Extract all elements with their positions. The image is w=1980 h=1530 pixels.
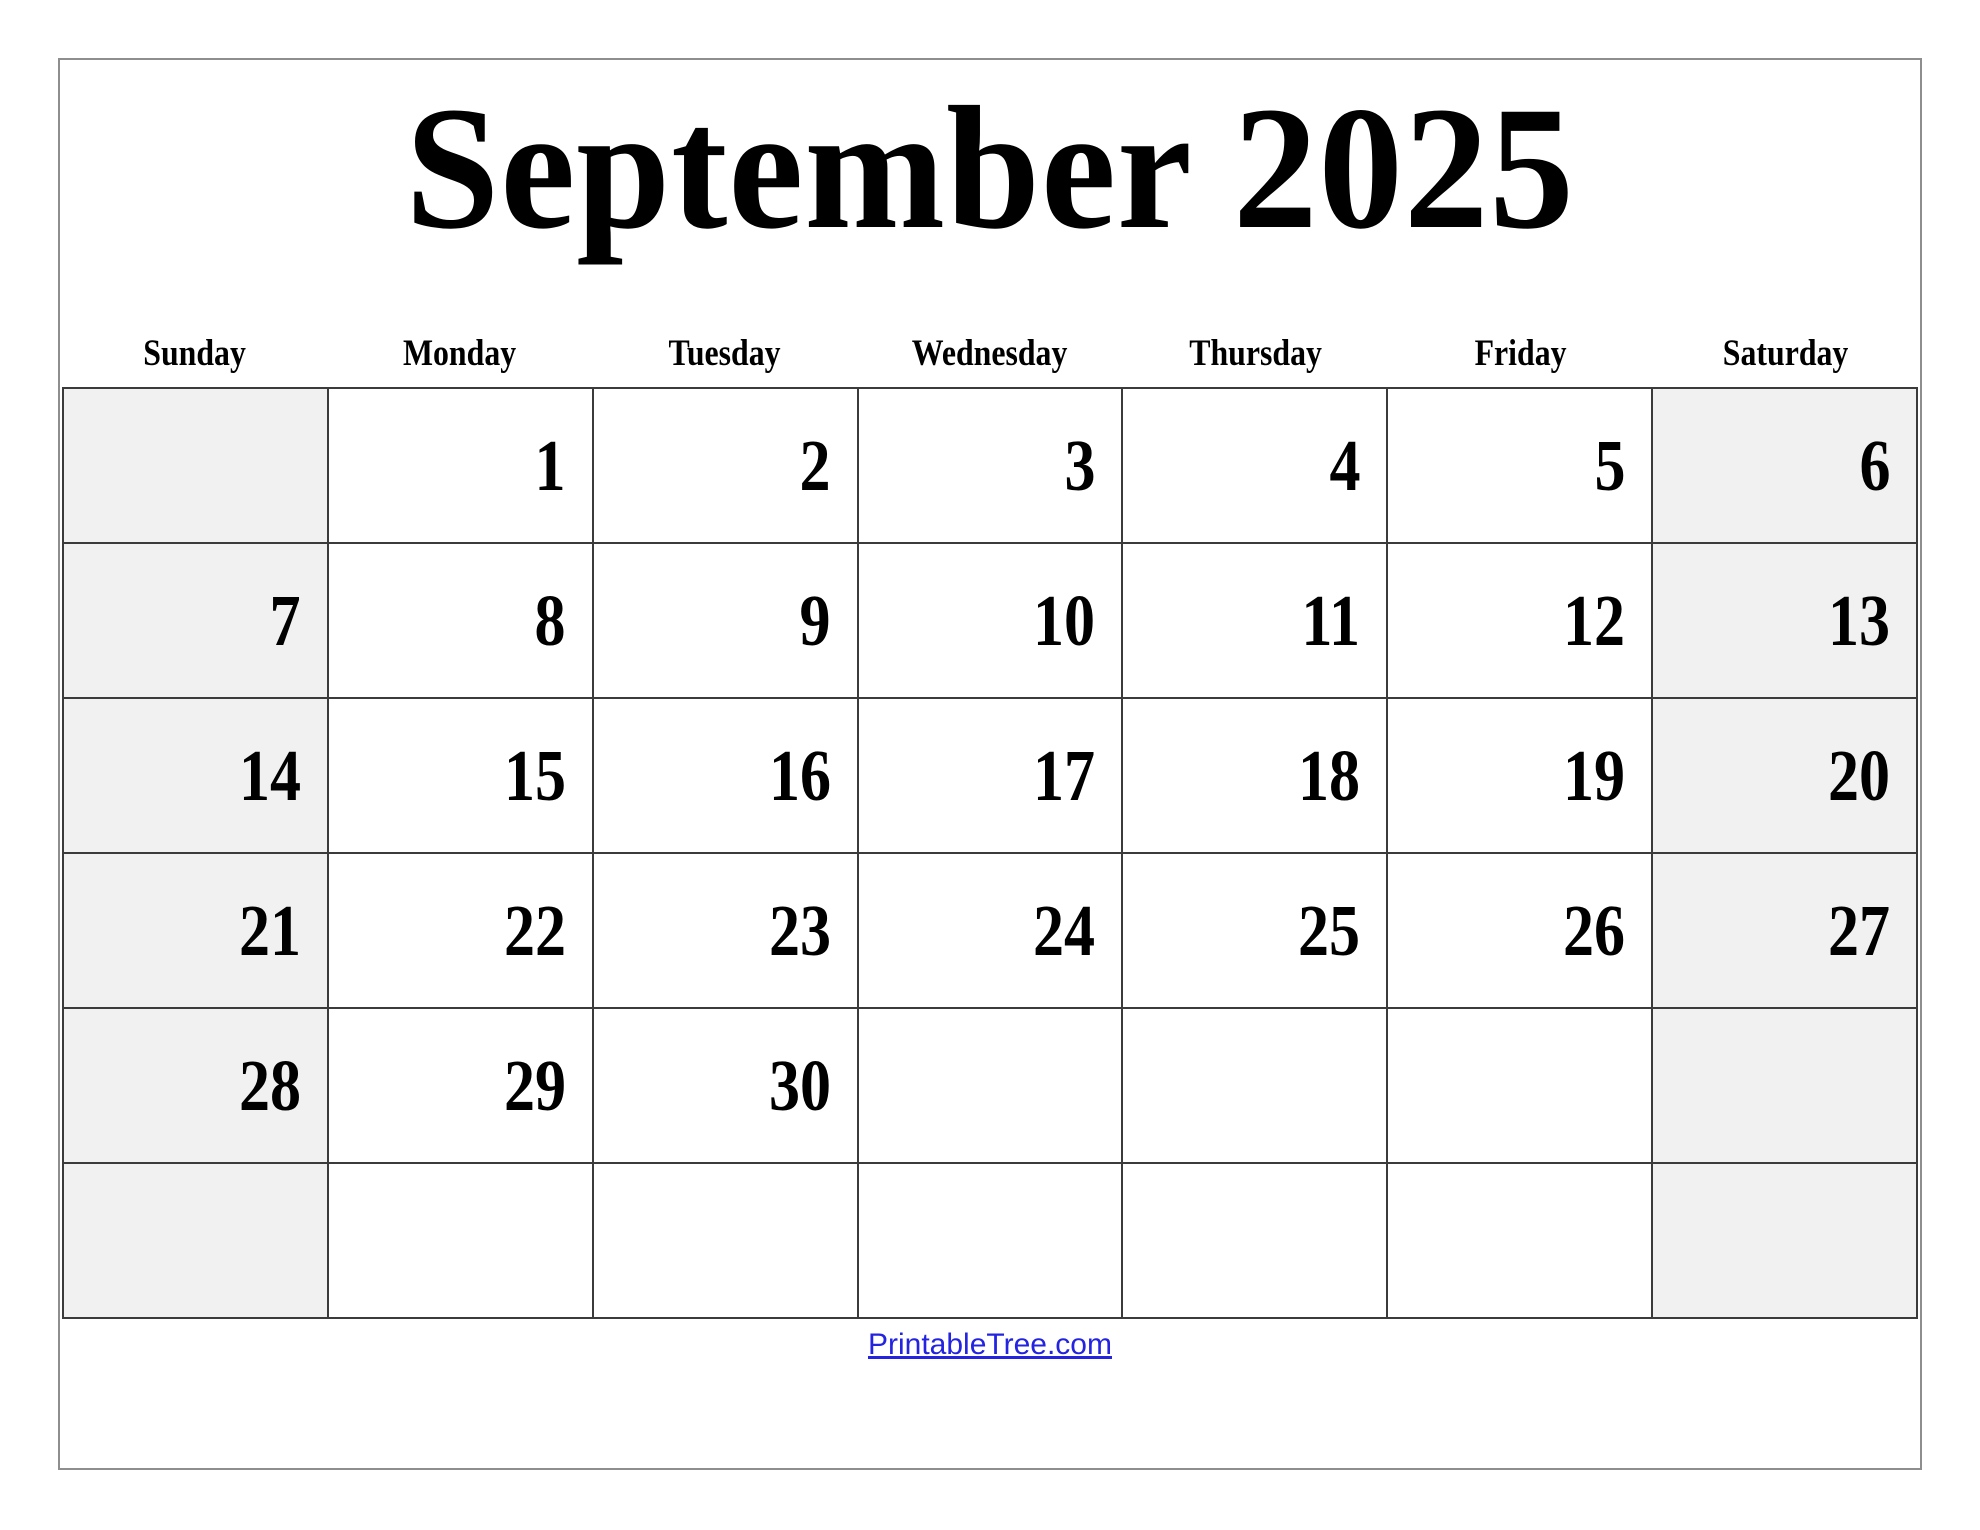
day-cell[interactable]: 8 <box>326 542 594 699</box>
day-cell[interactable]: 14 <box>62 697 329 854</box>
day-number: 7 <box>269 580 301 661</box>
day-cell[interactable] <box>1386 1007 1654 1164</box>
day-number: 19 <box>1563 735 1626 816</box>
day-number: 2 <box>799 425 831 506</box>
day-cell[interactable]: 25 <box>1121 852 1389 1009</box>
day-cell[interactable] <box>62 387 329 544</box>
day-cell[interactable]: 3 <box>856 387 1124 544</box>
day-number: 10 <box>1033 580 1096 661</box>
day-number: 4 <box>1329 425 1361 506</box>
day-cell[interactable]: 5 <box>1386 387 1654 544</box>
day-number: 3 <box>1064 425 1096 506</box>
weekday-header-tuesday: Tuesday <box>668 333 781 374</box>
day-cell[interactable] <box>1651 1162 1918 1319</box>
day-cell[interactable] <box>1651 1007 1918 1164</box>
day-number: 26 <box>1563 890 1626 971</box>
day-number: 8 <box>534 580 566 661</box>
printabletree-link[interactable]: PrintableTree.com <box>868 1328 1112 1361</box>
day-number: 24 <box>1033 890 1096 971</box>
day-cell[interactable] <box>1386 1162 1654 1319</box>
footer: PrintableTree.com <box>60 1328 1920 1362</box>
calendar-week-row <box>62 1162 1918 1319</box>
calendar-week-row: 14 15 16 17 18 19 20 <box>62 697 1918 854</box>
day-number: 21 <box>238 890 301 971</box>
day-cell[interactable]: 18 <box>1121 697 1389 854</box>
day-cell[interactable]: 10 <box>856 542 1124 699</box>
day-cell[interactable]: 28 <box>62 1007 329 1164</box>
day-number: 23 <box>768 890 831 971</box>
calendar-page: September 2025 Sunday Monday Tuesday Wed… <box>58 58 1922 1470</box>
day-cell[interactable]: 7 <box>62 542 329 699</box>
day-cell[interactable]: 13 <box>1651 542 1918 699</box>
day-cell[interactable]: 30 <box>591 1007 859 1164</box>
day-number: 11 <box>1301 580 1361 661</box>
calendar-week-row: 28 29 30 <box>62 1007 1918 1164</box>
day-cell[interactable] <box>1121 1162 1389 1319</box>
weekday-header-friday: Friday <box>1474 333 1567 374</box>
calendar-week-row: 1 2 3 4 5 6 <box>62 387 1918 544</box>
day-number: 30 <box>768 1045 831 1126</box>
day-number: 22 <box>503 890 566 971</box>
day-number: 14 <box>238 735 301 816</box>
day-number: 15 <box>503 735 566 816</box>
weekday-header-saturday: Saturday <box>1722 333 1849 374</box>
day-cell[interactable]: 12 <box>1386 542 1654 699</box>
day-cell[interactable]: 26 <box>1386 852 1654 1009</box>
day-cell[interactable]: 9 <box>591 542 859 699</box>
day-number: 12 <box>1563 580 1626 661</box>
day-number: 6 <box>1858 425 1890 506</box>
weekday-header-wednesday: Wednesday <box>912 333 1068 374</box>
day-cell[interactable] <box>856 1007 1124 1164</box>
day-cell[interactable]: 15 <box>326 697 594 854</box>
day-cell[interactable]: 21 <box>62 852 329 1009</box>
day-cell[interactable]: 20 <box>1651 697 1918 854</box>
day-number: 5 <box>1594 425 1626 506</box>
day-cell[interactable] <box>62 1162 329 1319</box>
day-cell[interactable]: 23 <box>591 852 859 1009</box>
day-cell[interactable]: 6 <box>1651 387 1918 544</box>
weekday-header-thursday: Thursday <box>1188 333 1322 374</box>
day-cell[interactable] <box>326 1162 594 1319</box>
day-cell[interactable]: 19 <box>1386 697 1654 854</box>
weekday-header-monday: Monday <box>403 333 517 374</box>
day-cell[interactable]: 2 <box>591 387 859 544</box>
day-number: 1 <box>534 425 566 506</box>
calendar-week-row: 7 8 9 10 11 12 13 <box>62 542 1918 699</box>
weekday-header-row: Sunday Monday Tuesday Wednesday Thursday… <box>62 332 1918 375</box>
day-number: 27 <box>1827 890 1890 971</box>
day-number: 17 <box>1033 735 1096 816</box>
calendar-week-row: 21 22 23 24 25 26 27 <box>62 852 1918 1009</box>
day-cell[interactable]: 16 <box>591 697 859 854</box>
day-number: 16 <box>768 735 831 816</box>
day-number: 29 <box>503 1045 566 1126</box>
day-cell[interactable]: 24 <box>856 852 1124 1009</box>
calendar-grid: 1 2 3 4 5 6 7 8 9 10 11 12 13 14 15 16 1… <box>62 387 1918 1319</box>
day-cell[interactable]: 17 <box>856 697 1124 854</box>
calendar-title-text: September 2025 <box>405 71 1575 266</box>
day-number: 18 <box>1298 735 1361 816</box>
day-cell[interactable]: 4 <box>1121 387 1389 544</box>
day-number: 13 <box>1827 580 1890 661</box>
page-title: September 2025 <box>60 74 1920 264</box>
day-cell[interactable] <box>591 1162 859 1319</box>
day-number: 9 <box>799 580 831 661</box>
weekday-header-sunday: Sunday <box>143 333 246 374</box>
day-number: 25 <box>1298 890 1361 971</box>
day-cell[interactable]: 11 <box>1121 542 1389 699</box>
day-cell[interactable] <box>856 1162 1124 1319</box>
day-number: 28 <box>238 1045 301 1126</box>
day-number: 20 <box>1827 735 1890 816</box>
day-cell[interactable]: 27 <box>1651 852 1918 1009</box>
day-cell[interactable] <box>1121 1007 1389 1164</box>
day-cell[interactable]: 1 <box>326 387 594 544</box>
day-cell[interactable]: 29 <box>326 1007 594 1164</box>
day-cell[interactable]: 22 <box>326 852 594 1009</box>
